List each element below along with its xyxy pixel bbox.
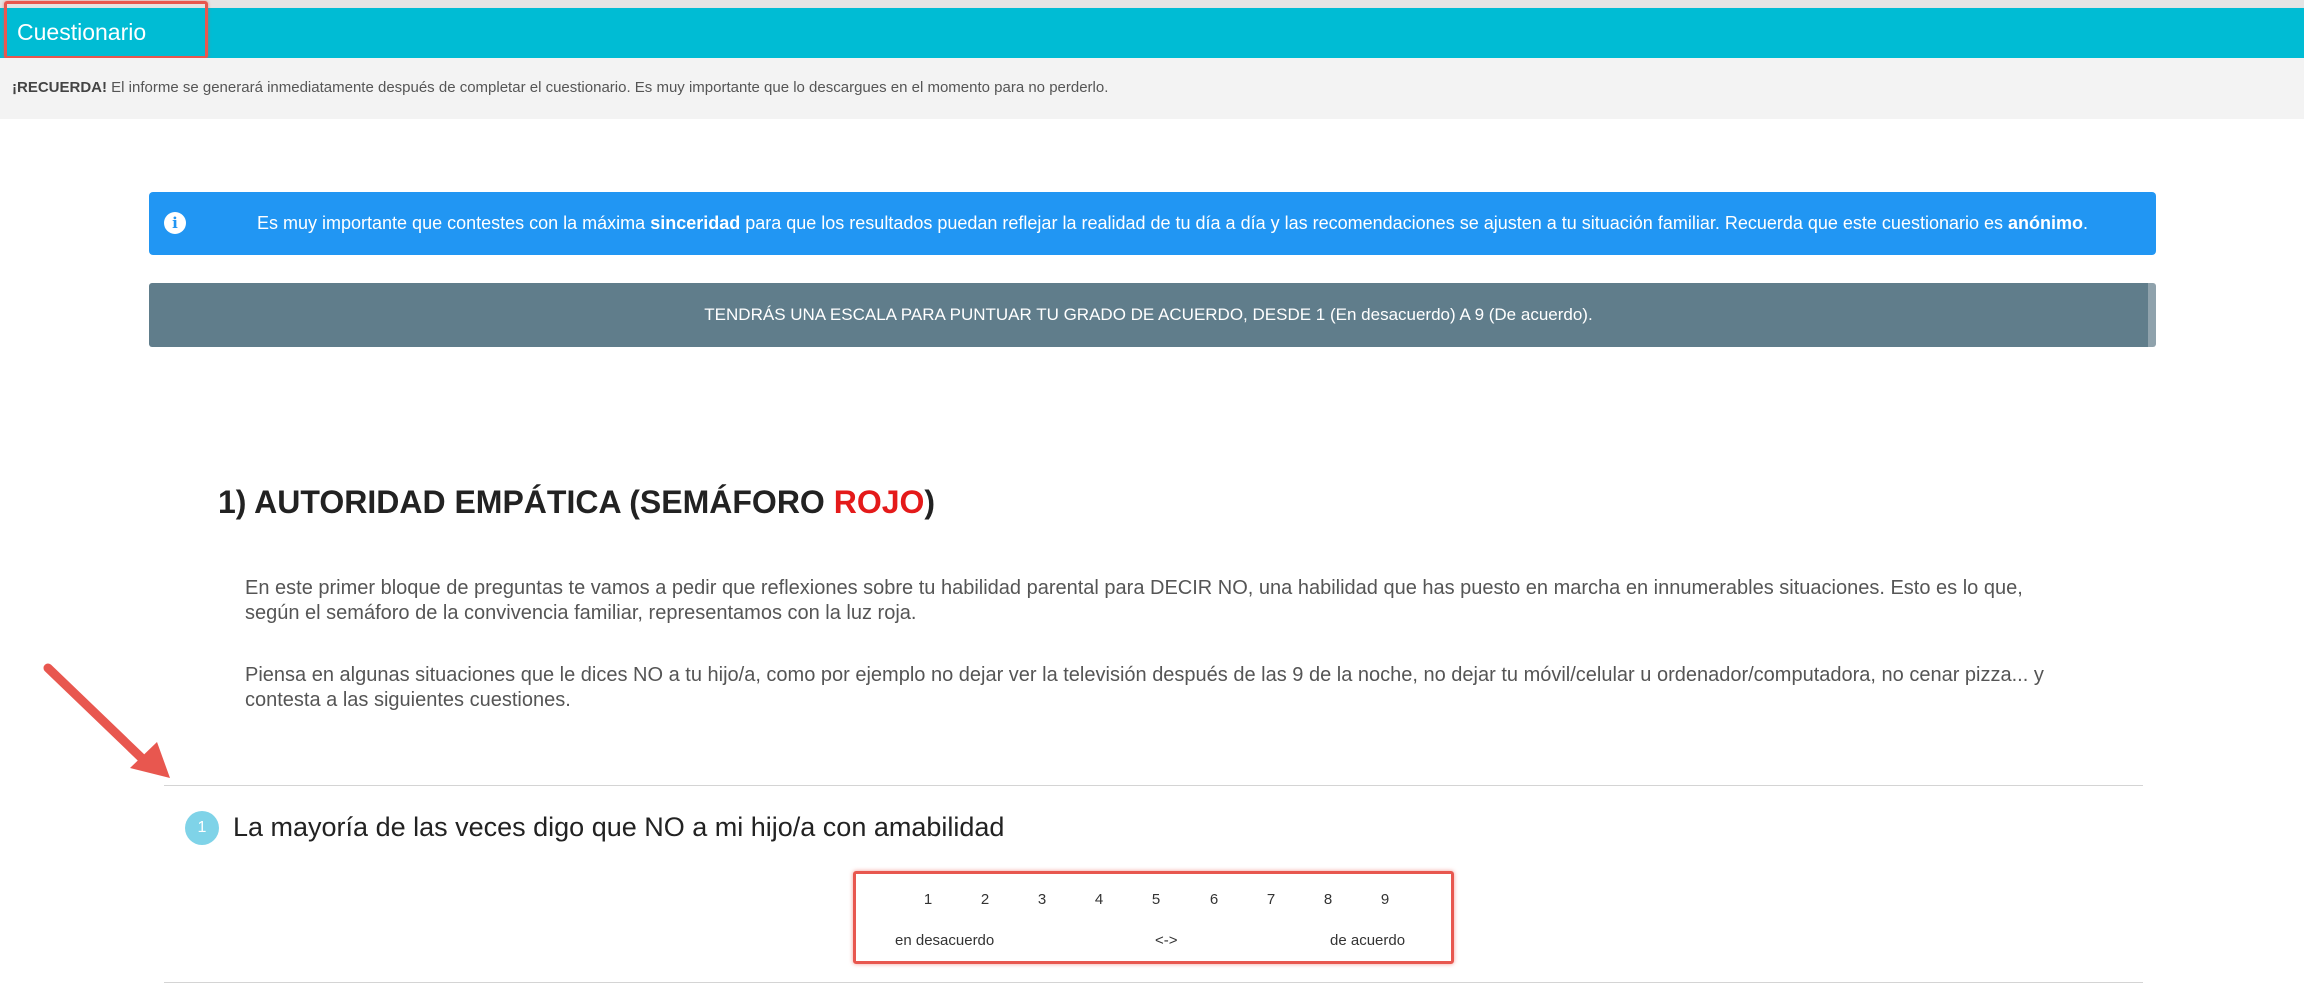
title-highlight-box — [4, 1, 208, 59]
section-title-suffix: ) — [924, 484, 936, 520]
rating-option-4[interactable]: 4 — [1084, 891, 1114, 908]
divider — [164, 982, 2143, 983]
rating-option-3[interactable]: 3 — [1027, 891, 1057, 908]
info-alert: i Es muy importante que contestes con la… — [149, 192, 2156, 255]
annotation-arrow-icon — [43, 663, 170, 778]
question-text: La mayoría de las veces digo que NO a mi… — [233, 812, 1005, 842]
top-strip — [0, 0, 2304, 8]
scale-banner-text: TENDRÁS UNA ESCALA PARA PUNTUAR TU GRADO… — [704, 305, 1593, 324]
rating-option-5[interactable]: 5 — [1141, 891, 1171, 908]
scale-banner: TENDRÁS UNA ESCALA PARA PUNTUAR TU GRADO… — [149, 283, 2156, 347]
info-text-part: para que los resultados puedan reflejar … — [740, 213, 2009, 233]
info-bold-anonymous: anónimo — [2008, 213, 2084, 233]
app-header: Cuestionario — [0, 8, 2304, 58]
section-title: 1) AUTORIDAD EMPÁTICA (SEMÁFORO ROJO) — [218, 484, 935, 521]
scale-label-middle: <-> — [1155, 932, 1178, 949]
rating-option-8[interactable]: 8 — [1313, 891, 1343, 908]
question-number-badge: 1 — [185, 811, 219, 845]
info-text-part: . — [2083, 213, 2089, 233]
notice-body: El informe se generará inmediatamente de… — [107, 79, 1109, 96]
info-bold-sincerity: sinceridad — [650, 213, 741, 233]
rating-option-9[interactable]: 9 — [1370, 891, 1400, 908]
section-paragraph-2: Piensa en algunas situaciones que le dic… — [245, 664, 2044, 711]
info-alert-text: Es muy importante que contestes con la m… — [257, 213, 2088, 234]
notice-text: ¡RECUERDA! El informe se generará inmedi… — [12, 79, 1108, 96]
notice-bold: ¡RECUERDA! — [12, 79, 107, 96]
notice-bar: ¡RECUERDA! El informe se generará inmedi… — [0, 58, 2304, 119]
divider — [164, 785, 2143, 786]
rating-option-2[interactable]: 2 — [970, 891, 1000, 908]
rating-option-1[interactable]: 1 — [913, 891, 943, 908]
info-text-part: Es muy importante que contestes con la m… — [257, 213, 651, 233]
section-title-red: ROJO — [833, 484, 925, 520]
scale-label-left: en desacuerdo — [895, 932, 995, 949]
rating-option-7[interactable]: 7 — [1256, 891, 1286, 908]
rating-option-6[interactable]: 6 — [1199, 891, 1229, 908]
rating-scale-highlight: 1 2 3 4 5 6 7 8 9 en desacuerdo <-> de a… — [853, 871, 1454, 964]
section-paragraph-1: En este primer bloque de preguntas te va… — [245, 577, 2023, 624]
section-title-prefix: 1) AUTORIDAD EMPÁTICA (SEMÁFORO — [218, 484, 834, 520]
scale-label-right: de acuerdo — [1330, 932, 1406, 949]
info-icon: i — [164, 212, 186, 234]
